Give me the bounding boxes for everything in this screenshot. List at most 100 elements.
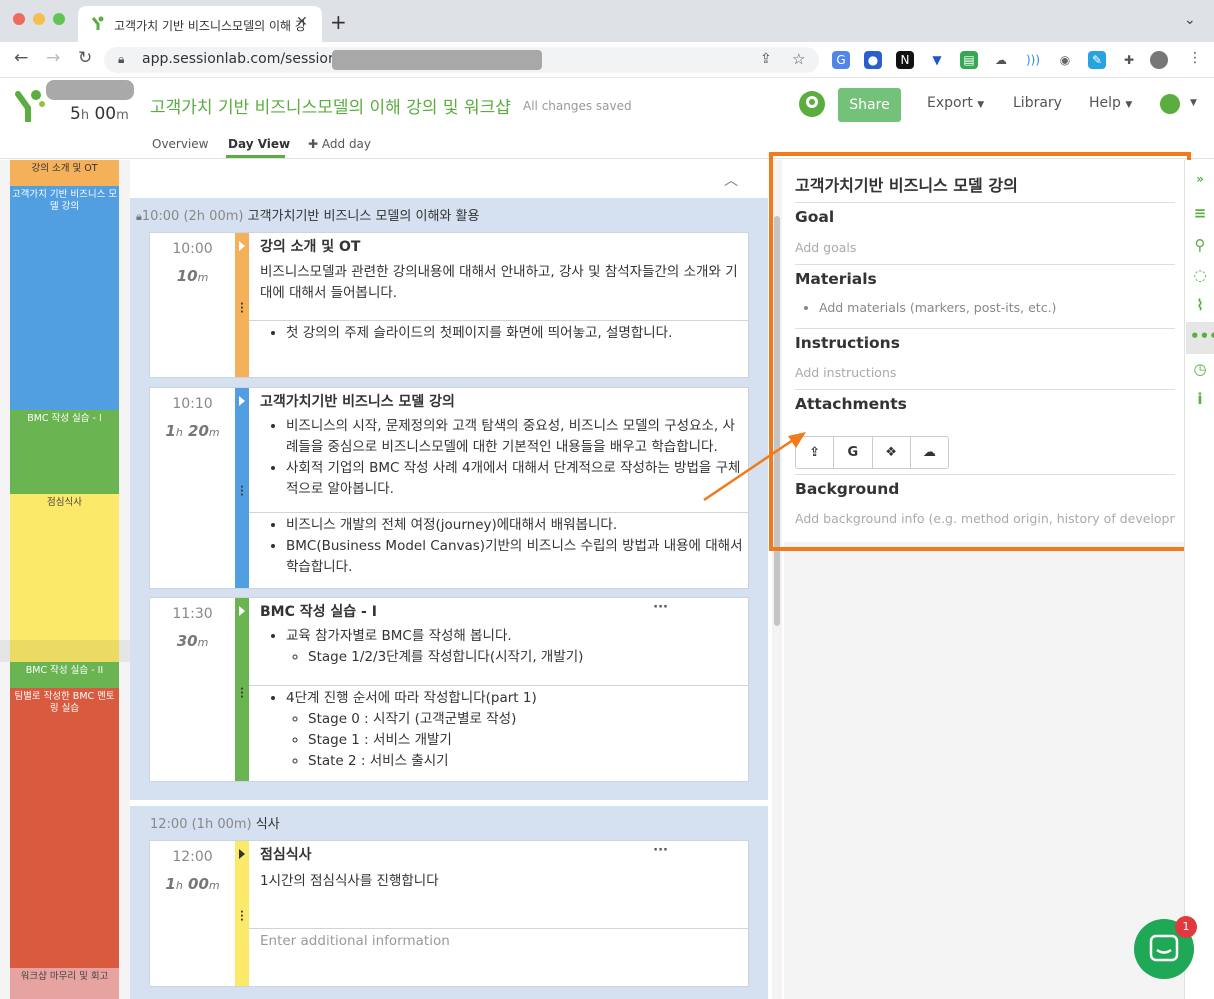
export-menu[interactable]: Export ▼ [927, 95, 984, 111]
block-start-time: 11:30 [172, 606, 213, 622]
drag-handle-icon[interactable]: · · · [240, 908, 244, 926]
block-title[interactable]: BMC 작성 실습 - I [260, 602, 744, 623]
more-icon[interactable]: ••• [1190, 327, 1214, 345]
block-start-time: 10:10 [172, 396, 213, 412]
session-title[interactable]: 고객가치 기반 비즈니스모델의 이해 강의 및 워크샵 [150, 93, 511, 118]
block-description[interactable]: 비즈니스모델과 관련한 강의내용에 대해서 안내하고, 강사 및 참석자들간의 … [260, 262, 744, 304]
maximize-window-button[interactable] [53, 13, 65, 25]
bookmark-star-icon[interactable]: ☆ [792, 50, 805, 68]
new-tab-icon[interactable]: + [330, 10, 347, 34]
session-duration: 5h 00m [70, 104, 129, 124]
browser-menu-icon[interactable]: ⋮ [1188, 50, 1202, 66]
collapse-panel-icon[interactable]: » [1190, 172, 1210, 186]
expand-arrow-icon[interactable] [239, 396, 245, 406]
block-card[interactable]: 12:00 1h 00m · · · ··· 점심식사 1시간의 점심식사를 진행합… [149, 840, 749, 987]
timeline-block[interactable]: 워크샵 마무리 및 회고 [10, 968, 119, 999]
block-title[interactable]: 고객가치기반 비즈니스 모델 강의 [260, 392, 744, 413]
sessionlab-logo-icon[interactable] [14, 88, 46, 122]
lock-icon: 🔒︎ [118, 52, 125, 66]
timeline-block[interactable]: BMC 작성 실습 - I [10, 410, 119, 494]
account-chevron-down-icon[interactable]: ▼ [1190, 98, 1197, 108]
timeline-block[interactable]: 강의 소개 및 OT [10, 160, 119, 186]
history-icon[interactable]: ◷ [1190, 360, 1210, 378]
additional-info-field[interactable]: Enter additional information [260, 931, 744, 952]
block-card[interactable]: 10:00 10m · · · 강의 소개 및 OT 비즈니스모델과 관련한 강의내… [149, 232, 749, 378]
description-item[interactable]: 비즈니스의 시작, 문제정의와 고객 탐색의 중요성, 비즈니스 모델의 구성요… [286, 416, 744, 458]
expand-arrow-icon[interactable] [239, 241, 245, 251]
close-window-button[interactable] [13, 13, 25, 25]
share-page-icon[interactable]: ⇪ [760, 51, 772, 67]
edit-extension-icon[interactable]: ✎ [1088, 51, 1106, 69]
user-avatar[interactable] [1150, 51, 1168, 69]
expand-arrow-icon[interactable] [239, 606, 245, 616]
description-subitem[interactable]: Stage 1/2/3단계를 작성합니다(시작기, 개발기) [308, 647, 744, 668]
timeline-hover-shade [0, 640, 130, 662]
forward-icon[interactable]: → [46, 48, 60, 68]
profile-extension-icon[interactable]: ● [864, 51, 882, 69]
note-item[interactable]: 비즈니스 개발의 전체 여정(journey)에대해서 배워봅니다. [286, 515, 744, 536]
block-duration: 1h 20m [165, 422, 220, 440]
divider [249, 512, 748, 513]
minimize-window-button[interactable] [33, 13, 45, 25]
close-tab-icon[interactable]: ✕ [296, 14, 308, 30]
audio-extension-icon[interactable]: ))) [1024, 51, 1042, 69]
active-tab-indicator [226, 155, 285, 158]
block-duration: 10m [176, 267, 209, 285]
expand-arrow-icon[interactable] [239, 849, 245, 859]
block-card[interactable]: 11:30 30m ··· ··· BMC 작성 실습 - I 교육 참가자별로… [149, 597, 749, 782]
attachment-icon[interactable]: ⌇ [1190, 296, 1210, 314]
group-header[interactable]: 12:00 (1h 00m) 식사 [150, 813, 280, 832]
print-extension-icon[interactable]: ▤ [960, 51, 978, 69]
help-menu[interactable]: Help ▼ [1089, 95, 1132, 111]
account-avatar-icon[interactable] [1160, 94, 1180, 114]
tab-overview[interactable]: Overview [152, 137, 209, 151]
cloud-extension-icon[interactable]: ☁ [992, 51, 1010, 69]
add-day-button[interactable]: ✚ Add day [308, 137, 371, 151]
url-text: app.sessionlab.com/sessions/ [142, 51, 349, 67]
translate-extension-icon[interactable]: G [832, 51, 850, 69]
camera-extension-icon[interactable]: ◉ [1056, 51, 1074, 69]
sessionlab-badge-icon[interactable] [798, 90, 826, 118]
vpn-extension-icon[interactable]: ▼ [928, 51, 946, 69]
note-subitem[interactable]: Stage 0 : 시작기 (고객군별로 작성) [308, 709, 744, 730]
notion-extension-icon[interactable]: N [896, 51, 914, 69]
divider [249, 928, 748, 929]
note-item[interactable]: 첫 강의의 주제 슬라이드의 첫페이지를 화면에 띄어놓고, 설명합니다. [286, 323, 744, 344]
block-card[interactable]: 10:10 1h 20m ··· 고객가치기반 비즈니스 모델 강의 비즈니스의… [149, 387, 749, 589]
timeline-block[interactable]: 점심식사 [10, 494, 119, 662]
highlight-frame [769, 152, 1191, 551]
save-status: All changes saved [523, 99, 632, 113]
back-icon[interactable]: ← [14, 48, 28, 68]
outline-icon[interactable]: ≡ [1190, 204, 1210, 222]
note-subitem[interactable]: Stage 1 : 서비스 개발기 [308, 730, 744, 751]
timeline-block[interactable]: BMC 작성 실습 - II [10, 662, 119, 688]
drag-handle-icon[interactable]: · · · [240, 483, 244, 501]
block-description[interactable]: 1시간의 점심식사를 진행합니다 [260, 871, 744, 892]
drag-handle-icon[interactable]: · · · [240, 300, 244, 318]
redacted-url-part [332, 50, 542, 70]
library-menu[interactable]: Library [1013, 95, 1062, 111]
block-title[interactable]: 점심식사 [260, 845, 744, 866]
info-icon[interactable]: i [1190, 390, 1210, 408]
timeline-block[interactable]: 팀별로 작성한 BMC 멘토링 실습 [10, 688, 119, 968]
block-start-time: 12:00 [172, 849, 213, 865]
description-item[interactable]: 사회적 기업의 BMC 작성 사례 4개에서 대해서 단계적으로 작성하는 방법… [286, 458, 744, 500]
comments-icon[interactable]: ◌ [1190, 266, 1210, 284]
search-icon[interactable]: ⚲ [1190, 236, 1210, 254]
tab-search-chevron-icon[interactable]: ⌄ [1184, 12, 1196, 28]
share-button[interactable]: Share [838, 88, 901, 122]
description-item[interactable]: 교육 참가자별로 BMC를 작성해 봅니다. Stage 1/2/3단계를 작성… [286, 626, 744, 668]
timeline-block[interactable]: 고객가치 기반 비즈니스 모델 강의 [10, 186, 119, 410]
tab-day-view[interactable]: Day View [228, 137, 290, 151]
puzzle-extensions-icon[interactable]: ✚ [1120, 51, 1138, 69]
block-title[interactable]: 강의 소개 및 OT [260, 237, 744, 258]
collapse-up-icon[interactable]: ︿ [724, 170, 738, 190]
drag-handle-icon[interactable]: · · · [240, 685, 244, 703]
note-subitem[interactable]: State 2 : 서비스 출시기 [308, 751, 744, 772]
reload-icon[interactable]: ↻ [78, 48, 92, 68]
block-duration: 30m [176, 632, 209, 650]
group-header[interactable]: 🔒︎10:00 (2h 00m) 고객가치기반 비즈니스 모델의 이해와 활용 [136, 205, 479, 224]
note-item[interactable]: 4단계 진행 순서에 따라 작성합니다(part 1) Stage 0 : 시작… [286, 688, 744, 772]
note-item[interactable]: BMC(Business Model Canvas)기반의 비즈니스 수립의 방… [286, 536, 744, 578]
browser-tab[interactable]: 고객가치 기반 비즈니스모델의 이해 강 [78, 6, 322, 42]
